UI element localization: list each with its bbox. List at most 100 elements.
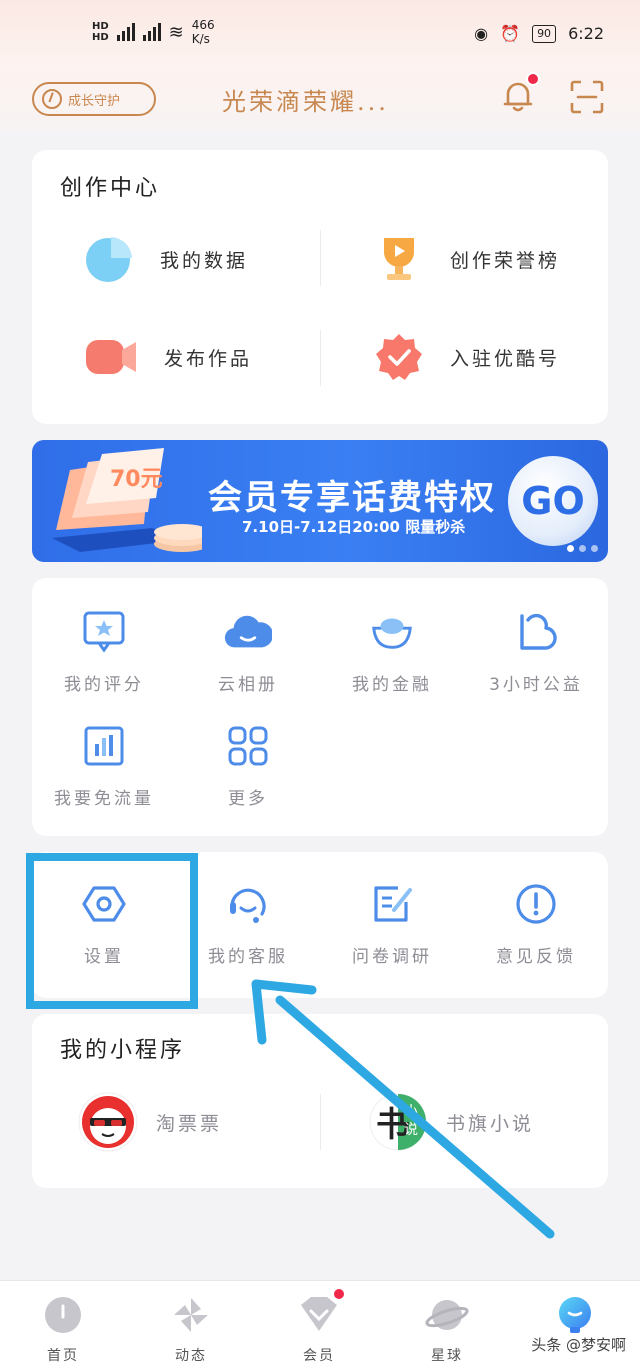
battery-icon: 90: [532, 24, 557, 43]
home-icon: [45, 1297, 81, 1333]
divider: [320, 330, 321, 386]
notification-button[interactable]: [500, 72, 540, 114]
service-label: 更多: [228, 789, 268, 809]
mini-program-label: 书旗小说: [446, 1112, 535, 1135]
service-label: 我要免流量: [54, 789, 154, 809]
nav-label: 首页: [47, 1348, 79, 1364]
pie-chart-icon: [86, 237, 132, 282]
verified-badge-icon: [376, 334, 422, 380]
banner-title: 会员专享话费特权: [208, 478, 496, 518]
service-label: 我的金融: [352, 675, 432, 695]
charity-icon: [512, 608, 560, 656]
service-label: 云相册: [218, 675, 278, 695]
svg-text:小: 小: [404, 1104, 421, 1120]
tool-survey[interactable]: 问卷调研: [322, 880, 462, 967]
growth-guard-button[interactable]: 成长守护: [32, 82, 156, 116]
creator-center-card: 创作中心 我的数据 创作荣誉榜 发布作品 入驻优酷号: [32, 150, 608, 424]
speed-value: 466: [191, 18, 215, 32]
data-chart-icon: [80, 722, 128, 770]
mini-program-label: 淘票票: [156, 1112, 223, 1135]
scan-button[interactable]: [570, 80, 604, 114]
status-right: ◉ ⏰ 90 6:22: [474, 24, 604, 43]
video-camera-icon: [86, 340, 136, 374]
creator-item-honor-list[interactable]: 创作荣誉榜: [374, 234, 560, 284]
mini-programs-title: 我的小程序: [60, 1038, 186, 1063]
feedback-icon: [512, 880, 560, 928]
divider: [320, 230, 321, 286]
ingot-icon: [368, 608, 416, 656]
tool-feedback[interactable]: 意见反馈: [466, 880, 606, 967]
nav-planet[interactable]: 星球: [402, 1295, 492, 1365]
wifi-icon: ≋: [168, 21, 184, 43]
mini-program-shuqi[interactable]: 书 小 说 书旗小说: [368, 1092, 534, 1152]
grid-icon: [224, 722, 272, 770]
nav-label: 动态: [175, 1348, 207, 1364]
service-cloud-album[interactable]: 云相册: [178, 608, 318, 695]
clock: 6:22: [568, 24, 604, 43]
services-card: 我的评分 云相册 我的金融 3小时公益 我要免流量 更多: [32, 578, 608, 836]
mini-programs-card: 我的小程序 淘票票 书 小 说 书旗小说: [32, 1014, 608, 1188]
watermark: 头条 @梦安啊: [531, 1336, 626, 1354]
service-label: 3小时公益: [489, 675, 583, 695]
page-dot: [567, 545, 574, 552]
creator-center-title: 创作中心: [60, 176, 161, 201]
status-bar: HD HD ≋ 466 K/s ◉ ⏰ 90 6:22: [0, 0, 640, 68]
tool-label: 问卷调研: [352, 947, 432, 967]
service-my-finance[interactable]: 我的金融: [322, 608, 462, 695]
taopiaopiao-icon: [78, 1092, 138, 1152]
creator-item-my-data[interactable]: 我的数据: [84, 234, 248, 284]
scan-icon: [570, 80, 604, 114]
trophy-icon: [384, 238, 414, 280]
banner-pagination: [567, 545, 598, 552]
service-free-data[interactable]: 我要免流量: [34, 722, 174, 809]
headset-icon: [224, 880, 272, 928]
nav-label: 星球: [431, 1348, 463, 1364]
svg-text:说: 说: [404, 1122, 421, 1138]
cloud-icon: [224, 608, 272, 656]
top-header: 成长守护 光荣滴荣耀...: [0, 68, 640, 130]
nav-vip[interactable]: 会员: [274, 1287, 364, 1365]
service-label: 我的评分: [64, 675, 144, 695]
network-speed: 466 K/s: [192, 18, 215, 46]
status-left: HD HD ≋ 466 K/s: [92, 18, 215, 46]
growth-guard-label: 成长守护: [68, 93, 121, 109]
speed-unit: K/s: [191, 32, 210, 46]
tool-label: 我的客服: [208, 947, 288, 967]
promo-banner[interactable]: 70元 会员专享话费特权 7.10日-7.12日20:00 限量秒杀 GO: [32, 440, 608, 562]
page-dot: [591, 545, 598, 552]
alarm-icon: ⏰: [500, 24, 521, 43]
mini-program-taopiaopiao[interactable]: 淘票票: [78, 1092, 222, 1152]
banner-go-button[interactable]: GO: [508, 456, 598, 546]
service-charity[interactable]: 3小时公益: [466, 608, 606, 695]
creator-item-label: 发布作品: [164, 347, 253, 370]
hd-icon: HD HD: [92, 21, 109, 43]
nav-label: 会员: [303, 1348, 335, 1364]
leaf-icon: [42, 89, 62, 109]
banner-subtitle: 7.10日-7.12日20:00 限量秒杀: [242, 518, 466, 536]
notification-badge: [526, 72, 540, 86]
nav-home[interactable]: 首页: [18, 1295, 108, 1365]
creator-item-label: 创作荣誉榜: [450, 249, 561, 272]
creator-item-join-youku[interactable]: 入驻优酷号: [374, 332, 560, 382]
eye-icon: ◉: [474, 24, 489, 43]
service-my-rating[interactable]: 我的评分: [34, 608, 174, 695]
creator-item-label: 入驻优酷号: [450, 347, 561, 370]
planet-icon: [425, 1300, 469, 1330]
bottom-nav: 首页 动态 会员 星球 我的: [0, 1280, 640, 1369]
signal-2-icon: [142, 23, 161, 41]
survey-icon: [368, 880, 416, 928]
vip-badge: [332, 1287, 346, 1301]
highlight-box: [26, 853, 198, 1009]
nav-dynamic[interactable]: 动态: [146, 1295, 236, 1365]
page-dot: [579, 545, 586, 552]
shuqi-icon: 书 小 说: [369, 1093, 427, 1151]
service-more[interactable]: 更多: [178, 722, 318, 809]
tool-customer-service[interactable]: 我的客服: [178, 880, 318, 967]
rating-icon: [80, 608, 128, 656]
user-nickname[interactable]: 光荣滴荣耀...: [222, 82, 389, 117]
creator-item-label: 我的数据: [160, 249, 249, 272]
creator-item-publish[interactable]: 发布作品: [84, 332, 252, 382]
banner-badge: 70元: [110, 467, 163, 492]
pinwheel-icon: [174, 1298, 208, 1332]
profile-bulb-icon: [559, 1297, 591, 1333]
